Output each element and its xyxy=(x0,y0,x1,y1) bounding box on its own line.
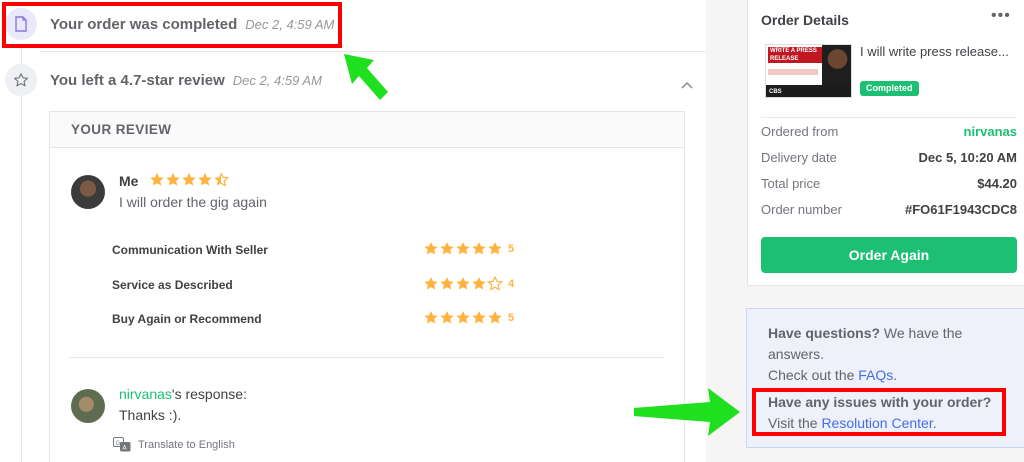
help-questions-line: Have questions? We have the xyxy=(768,325,963,341)
criterion-stars xyxy=(423,275,504,295)
event-time: Dec 2, 4:59 AM xyxy=(232,72,322,88)
criterion-row: Service as Described 4 xyxy=(112,275,672,298)
translate-icon: GA xyxy=(113,437,131,452)
detail-row-ordered-from: Ordered from nirvanas xyxy=(761,124,1017,142)
avatar xyxy=(71,175,105,209)
gig-title-link[interactable]: I will write press release... xyxy=(860,44,1022,59)
more-options-icon[interactable]: ••• xyxy=(991,7,1011,25)
review-header: YOUR REVIEW xyxy=(50,112,684,148)
criterion-score: 5 xyxy=(508,312,515,324)
review-card: YOUR REVIEW Me I will order the gig agai… xyxy=(49,111,685,462)
detail-key: Ordered from xyxy=(761,124,839,139)
gig-thumbnail[interactable]: WRITE A PRESS RELEASE CBS xyxy=(765,44,852,98)
help-faq-line: Check out the FAQs. xyxy=(768,367,898,383)
criterion-stars xyxy=(423,241,503,260)
review-text: I will order the gig again xyxy=(119,194,267,210)
seller-response-text: Thanks :). xyxy=(119,407,182,423)
highlight-box-completed xyxy=(2,2,342,48)
highlight-box-issues xyxy=(752,388,1006,436)
criterion-label: Communication With Seller xyxy=(112,243,268,257)
detail-key: Total price xyxy=(761,176,821,191)
order-details-card: Order Details ••• WRITE A PRESS RELEASE … xyxy=(747,0,1024,286)
faq-link[interactable]: FAQs xyxy=(858,367,893,383)
translate-button[interactable]: GA Translate to English xyxy=(113,437,235,452)
detail-key: Order number xyxy=(761,202,842,217)
help-answers-line: answers. xyxy=(768,346,825,362)
criterion-row: Communication With Seller 5 xyxy=(112,241,672,263)
criterion-score: 4 xyxy=(508,278,515,290)
star-outline-icon xyxy=(5,64,37,96)
detail-row-total-price: Total price $44.20 xyxy=(761,176,1017,194)
criterion-row: Buy Again or Recommend 5 xyxy=(112,310,672,332)
divider xyxy=(69,357,664,358)
seller-link[interactable]: nirvanas xyxy=(964,124,1017,139)
detail-row-delivery-date: Delivery date Dec 5, 10:20 AM xyxy=(761,150,1017,168)
card-title: Order Details xyxy=(761,12,849,28)
chevron-up-icon[interactable] xyxy=(681,80,693,92)
divider xyxy=(761,117,1017,118)
detail-value: $44.20 xyxy=(977,176,1017,191)
thumbnail-headline: WRITE A PRESS RELEASE xyxy=(768,47,822,63)
green-arrow-icon xyxy=(344,54,388,100)
overall-rating-stars xyxy=(149,172,230,192)
seller-name-link[interactable]: nirvanas xyxy=(119,386,172,402)
timeline-line xyxy=(21,44,22,462)
status-badge: Completed xyxy=(860,81,919,96)
review-author: Me xyxy=(119,173,139,189)
order-again-button[interactable]: Order Again xyxy=(761,237,1017,273)
detail-value: #FO61F1943CDC8 xyxy=(905,202,1017,217)
criterion-label: Service as Described xyxy=(112,278,233,292)
event-review-left[interactable]: You left a 4.7-star review Dec 2, 4:59 A… xyxy=(0,64,322,96)
detail-row-order-number: Order number #FO61F1943CDC8 xyxy=(761,202,1017,220)
translate-label: Translate to English xyxy=(138,438,235,451)
green-arrow-icon xyxy=(634,388,740,436)
detail-value: Dec 5, 10:20 AM xyxy=(918,150,1017,165)
svg-text:G: G xyxy=(116,440,121,447)
detail-key: Delivery date xyxy=(761,150,837,165)
seller-response-heading: nirvanas's response: xyxy=(119,386,247,402)
criterion-score: 5 xyxy=(508,243,515,255)
event-title: You left a 4.7-star review xyxy=(50,71,225,89)
thumbnail-band: CBS xyxy=(766,85,851,97)
response-suffix: 's response: xyxy=(171,386,247,402)
seller-avatar xyxy=(71,389,105,423)
criterion-label: Buy Again or Recommend xyxy=(112,312,262,326)
criterion-stars xyxy=(423,310,503,329)
